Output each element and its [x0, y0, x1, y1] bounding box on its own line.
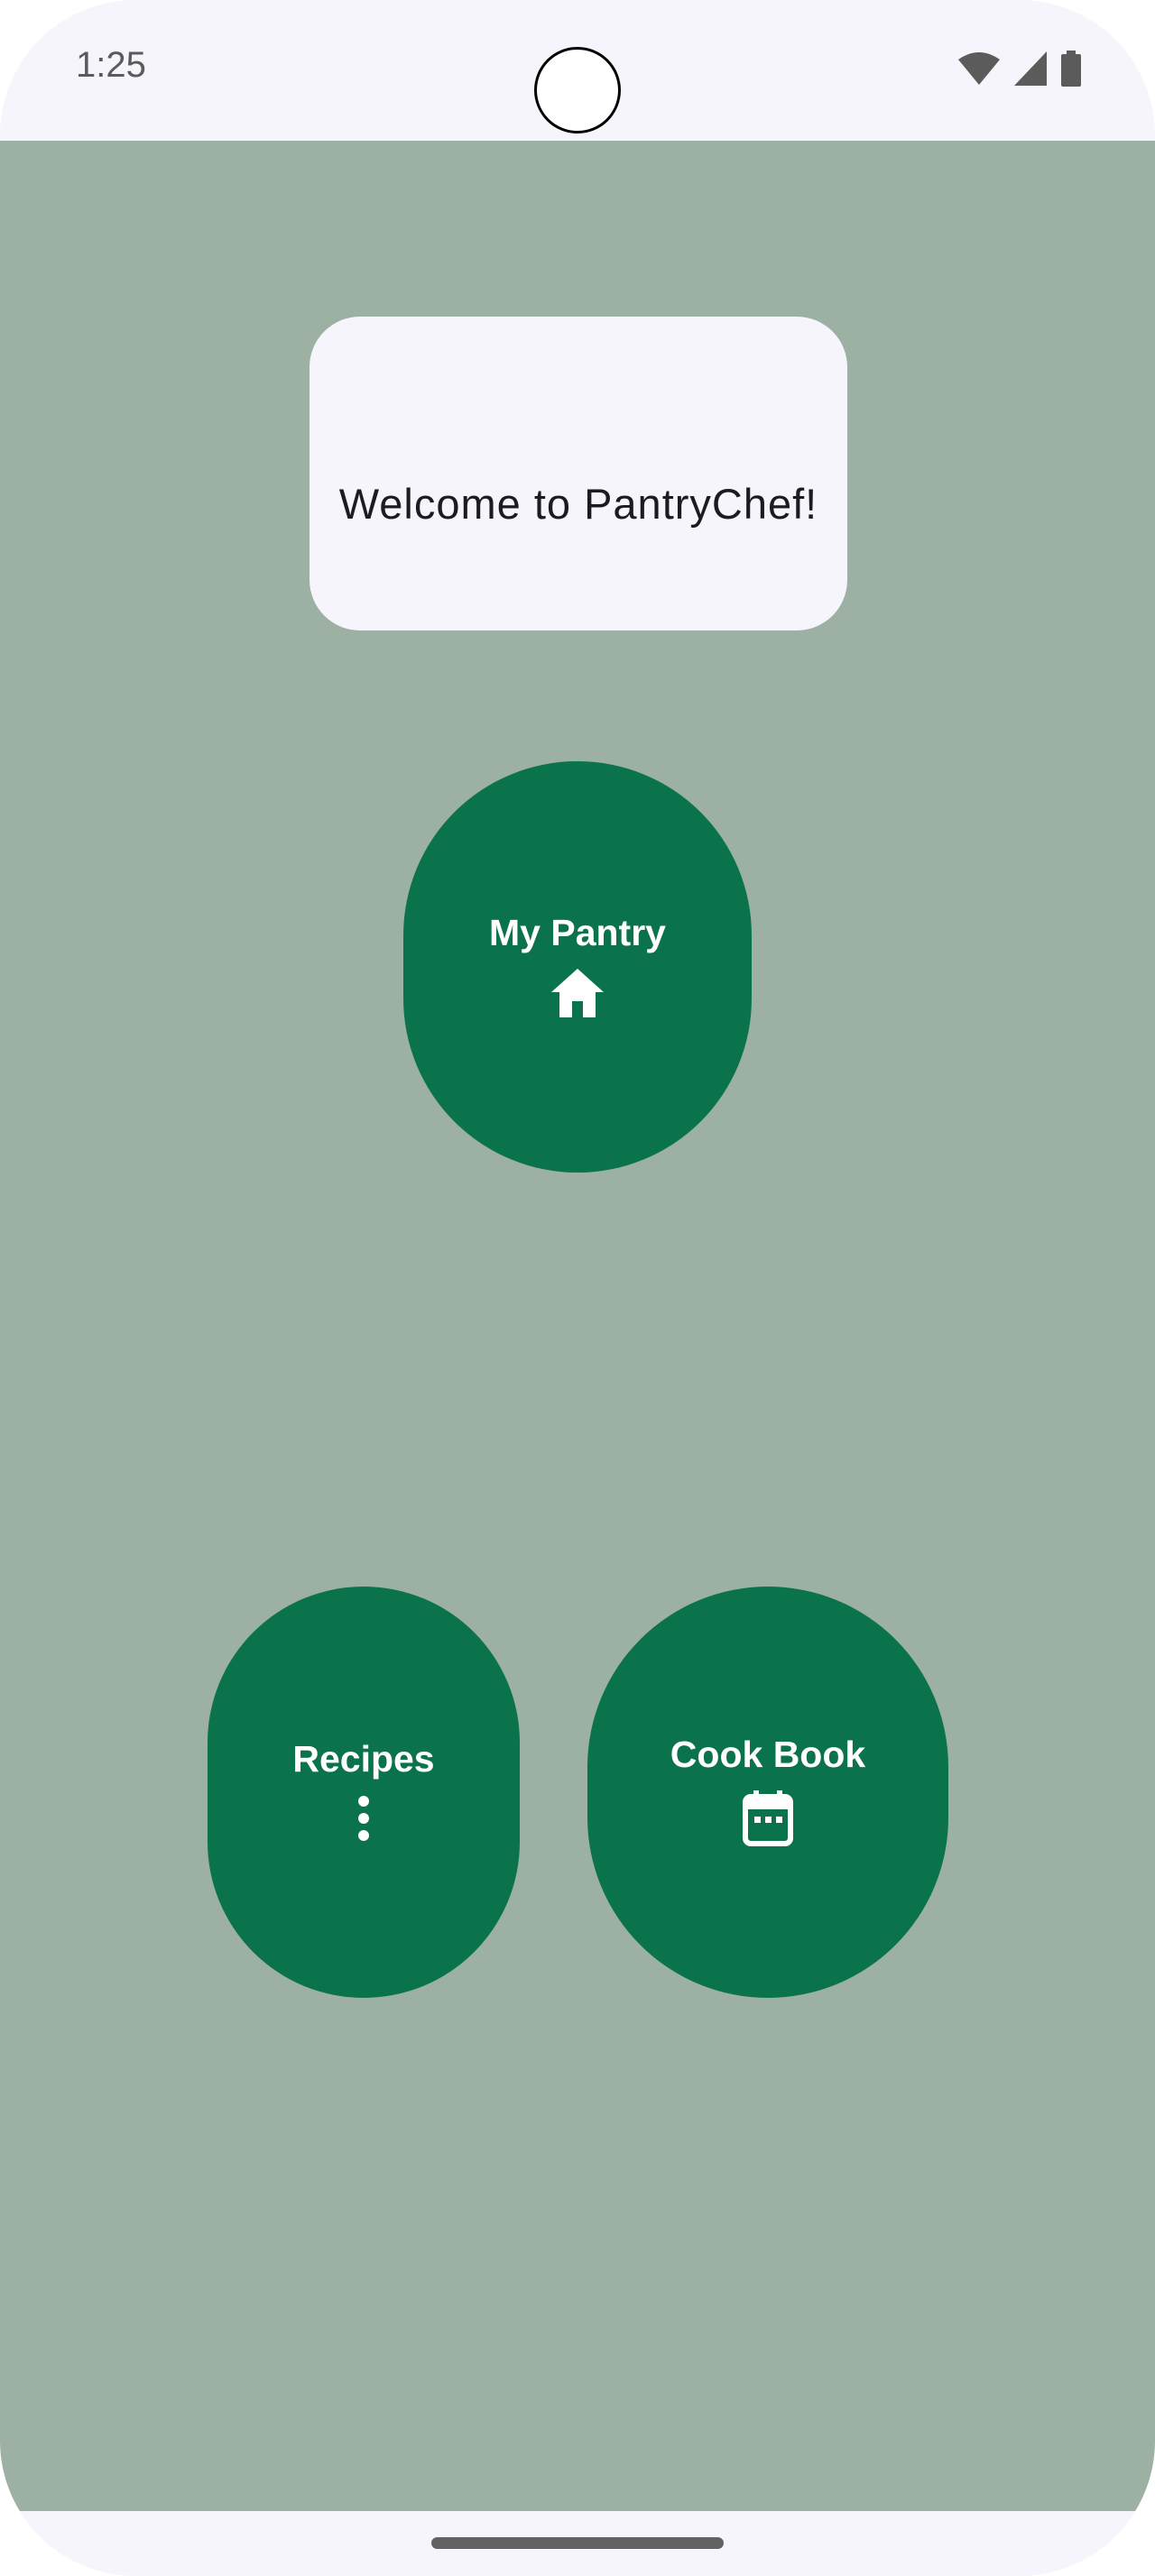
- welcome-card: Welcome to PantryChef!: [310, 317, 847, 630]
- cook-book-button[interactable]: Cook Book: [587, 1587, 948, 1998]
- my-pantry-label: My Pantry: [489, 912, 666, 953]
- calendar-icon: [743, 1790, 793, 1851]
- more-vertical-icon: [357, 1795, 370, 1846]
- battery-icon: [1061, 51, 1081, 87]
- status-time: 1:25: [76, 45, 146, 85]
- home-icon: [551, 969, 604, 1022]
- recipes-button[interactable]: Recipes: [208, 1587, 520, 1998]
- status-icons: [958, 51, 1081, 87]
- wifi-icon: [958, 52, 1000, 85]
- phone-screen: 1:25 Welcome to PantryChef! My Pantry Re…: [0, 0, 1155, 2576]
- cook-book-label: Cook Book: [670, 1734, 866, 1775]
- camera-cutout: [534, 47, 621, 133]
- my-pantry-button[interactable]: My Pantry: [403, 761, 752, 1173]
- welcome-text: Welcome to PantryChef!: [338, 479, 818, 528]
- home-gesture-handle[interactable]: [431, 2537, 724, 2549]
- cellular-signal-icon: [1014, 51, 1047, 86]
- recipes-label: Recipes: [292, 1738, 435, 1780]
- status-bar: 1:25: [0, 0, 1155, 141]
